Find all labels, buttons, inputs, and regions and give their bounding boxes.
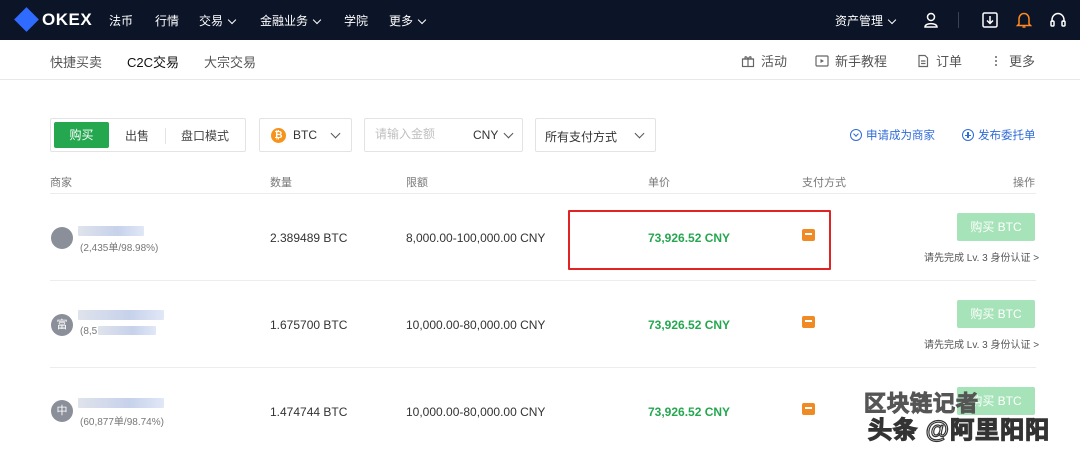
coin-select-value: BTC: [293, 128, 317, 142]
mode-sell-button[interactable]: 出售: [125, 127, 149, 144]
chevron-down-icon: [503, 128, 514, 139]
divider: [165, 128, 166, 144]
watermark-line-2: 头条 @阿里阳阳: [867, 416, 1051, 444]
activities-label: 活动: [761, 54, 788, 69]
chevron-down-icon: [417, 15, 427, 25]
column-header-limit: 限额: [406, 177, 428, 189]
payment-method-select[interactable]: 所有支付方式: [535, 118, 656, 152]
more-dots-icon: [995, 55, 997, 66]
merchant-stats: (8,5: [80, 326, 98, 337]
link-more[interactable]: 更多: [989, 51, 1035, 70]
currency-select[interactable]: CNY: [473, 128, 498, 142]
merchant-stats: (60,877单/98.74%): [80, 417, 164, 428]
bitcoin-icon: ₿: [271, 128, 286, 143]
nav-fiat[interactable]: 法币: [109, 12, 133, 29]
okex-logo[interactable]: OKEX: [14, 7, 93, 32]
link-tutorial[interactable]: 新手教程: [815, 51, 887, 70]
tab-quick-trade[interactable]: 快捷买卖: [50, 52, 102, 71]
bell-icon[interactable]: [1014, 10, 1034, 30]
shield-check-icon: [850, 129, 862, 141]
post-order-label: 发布委托单: [978, 130, 1036, 142]
column-header-action: 操作: [1013, 177, 1035, 189]
nav-markets[interactable]: 行情: [155, 12, 179, 29]
table-row: (2,435单/98.98%) 2.389489 BTC 8,000.00-10…: [0, 194, 1080, 281]
verification-link[interactable]: 请先完成 Lv. 3 身份认证 >: [924, 249, 1039, 264]
okex-logo-icon: [14, 7, 39, 32]
post-order-link[interactable]: 发布委托单: [962, 127, 1036, 143]
nav-finance-label: 金融业务: [260, 14, 309, 28]
column-header-amount: 数量: [270, 177, 292, 189]
merchant-name-blurred[interactable]: [78, 398, 164, 408]
nav-divider: [958, 12, 959, 28]
price-highlight-box: [568, 210, 831, 270]
tutorial-label: 新手教程: [835, 54, 888, 69]
column-header-payment: 支付方式: [802, 177, 846, 189]
gift-icon: [741, 55, 755, 67]
nav-finance[interactable]: 金融业务: [260, 12, 322, 29]
chevron-down-icon: [634, 128, 645, 139]
chevron-down-icon: [227, 15, 237, 25]
column-header-price: 单价: [648, 177, 670, 189]
nav-trade-label: 交易: [199, 14, 224, 28]
orders-label: 订单: [936, 54, 963, 69]
mode-orderbook-button[interactable]: 盘口模式: [181, 127, 229, 144]
column-header-merchant: 商家: [50, 177, 72, 189]
row-limit: 10,000.00-80,000.00 CNY: [406, 318, 546, 332]
more-label: 更多: [1009, 54, 1036, 69]
sub-navbar: 快捷买卖 C2C交易 大宗交易 活动 新手教程 订单 更多: [0, 40, 1080, 80]
merchant-name-blurred[interactable]: [78, 226, 144, 236]
asset-management-label: 资产管理: [835, 14, 884, 28]
link-activities[interactable]: 活动: [741, 51, 787, 70]
merchant-name-blurred[interactable]: [78, 310, 164, 320]
currency-value: CNY: [473, 128, 499, 142]
tab-c2c[interactable]: C2C交易: [127, 52, 179, 71]
verification-link[interactable]: 请先完成 Lv. 3 身份认证 >: [924, 336, 1039, 351]
merchant-stats: (2,435单/98.98%): [80, 243, 159, 254]
logo-text: OKEX: [42, 10, 93, 29]
row-amount: 1.474744 BTC: [270, 405, 348, 419]
amount-field: CNY: [364, 118, 523, 152]
row-limit: 8,000.00-100,000.00 CNY: [406, 231, 546, 245]
chevron-down-icon: [312, 15, 322, 25]
row-amount: 1.675700 BTC: [270, 318, 348, 332]
user-icon[interactable]: [921, 10, 941, 30]
buy-btc-button[interactable]: 购买 BTC: [957, 300, 1035, 328]
avatar[interactable]: [51, 227, 73, 249]
bank-card-icon: [802, 316, 815, 328]
apply-merchant-link[interactable]: 申请成为商家: [850, 127, 935, 143]
trade-mode-switch: 购买 出售 盘口模式: [50, 118, 246, 152]
document-icon: [918, 54, 929, 67]
coin-select[interactable]: ₿ BTC: [259, 118, 352, 152]
top-navbar: OKEX 法币 行情 交易 金融业务 学院 更多 资产管理: [0, 0, 1080, 40]
chevron-down-icon: [330, 128, 341, 139]
nav-trade[interactable]: 交易: [199, 12, 237, 29]
nav-more[interactable]: 更多: [389, 12, 427, 29]
plus-circle-icon: [962, 129, 974, 141]
row-amount: 2.389489 BTC: [270, 231, 348, 245]
link-orders[interactable]: 订单: [916, 51, 962, 70]
amount-input[interactable]: [375, 127, 465, 141]
nav-academy[interactable]: 学院: [344, 12, 368, 29]
nav-asset-management[interactable]: 资产管理: [835, 12, 897, 29]
table-row: 富 (8,5 1.675700 BTC 10,000.00-80,000.00 …: [0, 281, 1080, 368]
mode-buy-button[interactable]: 购买: [54, 122, 109, 148]
download-icon[interactable]: [980, 10, 1000, 30]
avatar[interactable]: 中: [51, 400, 73, 422]
avatar[interactable]: 富: [51, 314, 73, 336]
nav-more-label: 更多: [389, 14, 414, 28]
merchant-stats-blurred: [98, 326, 156, 335]
play-icon: [815, 54, 829, 67]
headset-icon[interactable]: [1048, 10, 1068, 30]
row-price: 73,926.52 CNY: [648, 318, 731, 332]
bank-card-icon: [802, 403, 815, 415]
payment-method-value: 所有支付方式: [545, 130, 618, 144]
tab-block-trade[interactable]: 大宗交易: [204, 52, 256, 71]
buy-btc-button[interactable]: 购买 BTC: [957, 213, 1035, 241]
row-limit: 10,000.00-80,000.00 CNY: [406, 405, 546, 419]
row-price: 73,926.52 CNY: [648, 405, 731, 419]
chevron-down-icon: [887, 15, 897, 25]
apply-merchant-label: 申请成为商家: [866, 130, 935, 142]
